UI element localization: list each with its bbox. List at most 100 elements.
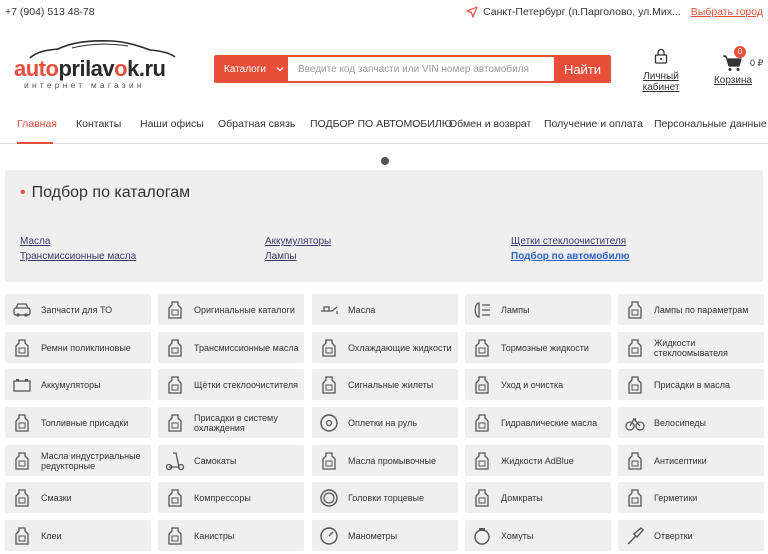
belt-icon <box>15 338 29 357</box>
logo-subtitle: интернет магазин <box>24 80 145 90</box>
catalog-link-wipers[interactable]: Щетки стеклоочистителя <box>511 236 626 247</box>
antiseptic-icon <box>628 451 642 470</box>
cart-count-badge: 0 <box>734 46 746 58</box>
category-tile[interactable]: Отвертки <box>618 520 764 551</box>
current-city: Санкт-Петербург (п.Парголово, ул.Мих... <box>483 6 681 18</box>
category-tile[interactable]: Ремни поликлиновые <box>5 332 151 363</box>
nav-item-car-selection[interactable]: ПОДБОР ПО АВТОМОБИЛЮ <box>310 118 452 130</box>
hydraulic-oil-icon <box>475 413 489 432</box>
nav-item-contacts[interactable]: Контакты <box>76 118 121 130</box>
category-tile[interactable]: Лампы <box>465 294 611 325</box>
category-tile[interactable]: Масла индустриальные редукторные <box>5 445 151 476</box>
search-input[interactable] <box>288 57 554 81</box>
catalog-link-oils[interactable]: Масла <box>20 236 50 247</box>
lamp-params-icon <box>628 300 642 319</box>
battery-icon <box>13 378 31 392</box>
category-tile[interactable]: Велосипеды <box>618 407 764 438</box>
category-tile[interactable]: Масла промывочные <box>312 445 458 476</box>
phone-number[interactable]: +7 (904) 513 48-78 <box>5 6 95 18</box>
category-label: Аккумуляторы <box>41 379 101 390</box>
catalog-link-car-selection[interactable]: Подбор по автомобилю <box>511 251 630 262</box>
category-label: Манометры <box>348 530 398 541</box>
category-tile[interactable]: Антисептики <box>618 445 764 476</box>
slider-dot[interactable] <box>381 157 389 165</box>
adblue-icon <box>475 451 489 470</box>
category-tile[interactable]: Жидкости стеклоомывателя <box>618 332 764 363</box>
nav-item-delivery-payment[interactable]: Получение и оплата <box>544 118 643 130</box>
category-tile[interactable]: Оригинальные каталоги <box>158 294 304 325</box>
category-tile[interactable]: Герметики <box>618 482 764 513</box>
category-tile[interactable]: Оплетки на руль <box>312 407 458 438</box>
cart-link[interactable]: 0 0 ₽ Корзина <box>712 46 768 86</box>
category-label: Жидкости стеклоомывателя <box>654 337 728 358</box>
grease-icon <box>15 488 29 507</box>
category-tile[interactable]: Присадки в масла <box>618 369 764 400</box>
chevron-down-icon <box>276 67 284 72</box>
catalog-link-lamps[interactable]: Лампы <box>265 251 297 262</box>
site-logo[interactable]: autoprilavok.ru интернет магазин <box>14 38 194 94</box>
account-link[interactable]: Личный кабинет <box>624 48 698 93</box>
category-tile[interactable]: Хомуты <box>465 520 611 551</box>
lock-icon <box>654 48 668 64</box>
category-tile[interactable]: Смазки <box>5 482 151 513</box>
category-tile[interactable]: Головки торцевые <box>312 482 458 513</box>
category-tile[interactable]: Топливные присадки <box>5 407 151 438</box>
category-label: Щётки стеклоочистителя <box>194 379 298 390</box>
category-tile[interactable]: Лампы по параметрам <box>618 294 764 325</box>
search-button[interactable]: Найти <box>554 55 611 83</box>
category-label: Антисептики <box>654 455 707 466</box>
logo-text: autoprilavok.ru <box>14 56 166 81</box>
category-tile[interactable]: Присадки в систему охлаждения <box>158 407 304 438</box>
catalog-link-transmission-oils[interactable]: Трансмиссионные масла <box>20 251 136 262</box>
nav-item-personal-data[interactable]: Персональные данные <box>654 118 767 130</box>
catalog-dropdown[interactable]: Каталоги <box>214 55 288 83</box>
location-bar: Санкт-Петербург (п.Парголово, ул.Мих... … <box>466 6 763 18</box>
category-tile[interactable]: Гидравлические масла <box>465 407 611 438</box>
category-tile[interactable]: Уход и очистка <box>465 369 611 400</box>
nav-item-offices[interactable]: Наши офисы <box>140 118 204 130</box>
flushing-oil-icon <box>322 451 336 470</box>
category-tile[interactable]: Самокаты <box>158 445 304 476</box>
change-city-link[interactable]: Выбрать город <box>691 6 763 18</box>
category-label: Масла индустриальные редукторные <box>41 450 141 471</box>
category-tile[interactable]: Компрессоры <box>158 482 304 513</box>
washer-fluid-icon <box>628 338 642 357</box>
category-tile[interactable]: Масла <box>312 294 458 325</box>
nav-item-exchange[interactable]: Обмен и возврат <box>449 118 531 130</box>
category-tile[interactable]: Манометры <box>312 520 458 551</box>
transmission-oil-icon <box>168 338 182 357</box>
category-tile[interactable]: Запчасти для ТО <box>5 294 151 325</box>
main-nav: Главная Контакты Наши офисы Обратная свя… <box>0 104 768 144</box>
category-tile[interactable]: Канистры <box>158 520 304 551</box>
nav-item-home[interactable]: Главная <box>17 118 57 130</box>
category-label: Канистры <box>194 530 235 541</box>
category-tile[interactable]: Клеи <box>5 520 151 551</box>
category-tile[interactable]: Жидкости AdBlue <box>465 445 611 476</box>
catalog-dropdown-label: Каталоги <box>224 63 266 75</box>
oil-additive-icon <box>628 375 642 394</box>
category-tile[interactable]: Домкраты <box>465 482 611 513</box>
category-label: Запчасти для ТО <box>41 304 113 315</box>
category-tile[interactable]: Аккумуляторы <box>5 369 151 400</box>
category-label: Велосипеды <box>654 417 706 428</box>
nav-active-underline <box>17 142 53 144</box>
coolant-icon <box>322 338 336 357</box>
category-label: Жидкости AdBlue <box>501 455 574 466</box>
category-tile[interactable]: Тормозные жидкости <box>465 332 611 363</box>
screwdriver-icon <box>627 526 644 544</box>
catalog-link-batteries[interactable]: Аккумуляторы <box>265 236 331 247</box>
nav-item-feedback[interactable]: Обратная связь <box>218 118 295 130</box>
category-tile[interactable]: Щётки стеклоочистителя <box>158 369 304 400</box>
category-label: Сигнальные жилеты <box>348 379 434 390</box>
cart-sum: 0 ₽ <box>750 58 764 68</box>
category-label: Гидравлические масла <box>501 417 598 428</box>
car-icon <box>13 302 31 317</box>
search-bar: Каталоги Найти <box>214 55 611 83</box>
lamp-icon <box>474 301 490 318</box>
category-tile[interactable]: Трансмиссионные масла <box>158 332 304 363</box>
bicycle-icon <box>625 417 645 431</box>
steering-wheel-icon <box>320 413 338 432</box>
category-tile[interactable]: Охлаждающие жидкости <box>312 332 458 363</box>
gauge-icon <box>320 526 338 545</box>
category-tile[interactable]: Сигнальные жилеты <box>312 369 458 400</box>
